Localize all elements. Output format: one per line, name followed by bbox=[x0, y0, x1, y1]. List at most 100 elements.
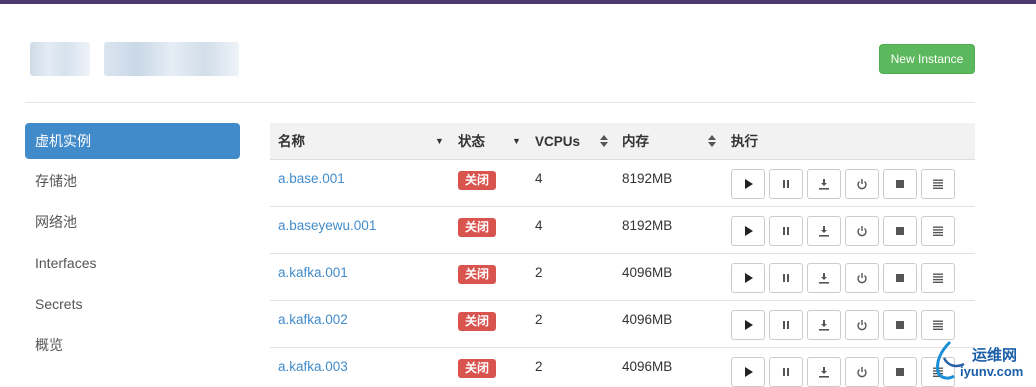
memory-cell: 8192MB bbox=[622, 171, 673, 186]
shutdown-button[interactable] bbox=[845, 263, 879, 293]
details-button[interactable] bbox=[921, 310, 955, 340]
stop-icon bbox=[894, 178, 906, 190]
force-stop-button[interactable] bbox=[883, 169, 917, 199]
memory-cell: 8192MB bbox=[622, 218, 673, 233]
instance-name-cell: a.base.001 bbox=[278, 170, 345, 188]
menu-icon bbox=[932, 225, 944, 237]
column-header-vcpus[interactable]: VCPUs bbox=[535, 123, 580, 160]
download-icon bbox=[818, 178, 830, 190]
sort-icon[interactable] bbox=[708, 135, 716, 149]
power-icon bbox=[856, 366, 868, 378]
stop-icon bbox=[894, 272, 906, 284]
play-icon bbox=[742, 272, 754, 284]
pause-button[interactable] bbox=[769, 169, 803, 199]
start-button[interactable] bbox=[731, 310, 765, 340]
instance-link[interactable]: a.kafka.003 bbox=[278, 359, 348, 374]
stop-icon bbox=[894, 225, 906, 237]
pause-button[interactable] bbox=[769, 310, 803, 340]
play-icon bbox=[742, 225, 754, 237]
menu-icon bbox=[932, 272, 944, 284]
pause-icon bbox=[780, 225, 792, 237]
instance-name-cell: a.baseyewu.001 bbox=[278, 217, 376, 235]
column-header-name[interactable]: 名称 bbox=[278, 123, 305, 160]
row-actions bbox=[731, 310, 955, 340]
caret-down-icon[interactable]: ▼ bbox=[512, 123, 521, 160]
play-icon bbox=[742, 366, 754, 378]
memory-cell: 4096MB bbox=[622, 312, 673, 327]
instance-name-cell: a.kafka.001 bbox=[278, 264, 348, 282]
column-header-memory[interactable]: 内存 bbox=[622, 123, 649, 160]
save-button[interactable] bbox=[807, 169, 841, 199]
watermark-text: 运维网 bbox=[972, 347, 1018, 364]
status-badge: 关闭 bbox=[458, 359, 496, 378]
sidebar-item-secrets[interactable]: Secrets bbox=[25, 284, 240, 325]
save-button[interactable] bbox=[807, 216, 841, 246]
save-button[interactable] bbox=[807, 310, 841, 340]
power-icon bbox=[856, 319, 868, 331]
status-badge: 关闭 bbox=[458, 218, 496, 237]
sidebar-item-overview[interactable]: 概览 bbox=[25, 325, 240, 366]
start-button[interactable] bbox=[731, 263, 765, 293]
details-button[interactable] bbox=[921, 216, 955, 246]
vcpus-cell: 4 bbox=[535, 171, 543, 186]
details-button[interactable] bbox=[921, 169, 955, 199]
row-actions bbox=[731, 357, 955, 387]
stop-icon bbox=[894, 319, 906, 331]
force-stop-button[interactable] bbox=[883, 357, 917, 387]
watermark-url: iyunv.com bbox=[960, 364, 1024, 379]
table-row: a.kafka.003 关闭 2 4096MB bbox=[270, 348, 975, 387]
instance-link[interactable]: a.base.001 bbox=[278, 171, 345, 186]
instance-link[interactable]: a.kafka.002 bbox=[278, 312, 348, 327]
play-icon bbox=[742, 178, 754, 190]
sidebar-item-interfaces[interactable]: Interfaces bbox=[25, 243, 240, 284]
row-actions bbox=[731, 216, 955, 246]
new-instance-button[interactable]: New Instance bbox=[879, 44, 975, 74]
power-icon bbox=[856, 272, 868, 284]
start-button[interactable] bbox=[731, 169, 765, 199]
menu-icon bbox=[932, 319, 944, 331]
shutdown-button[interactable] bbox=[845, 310, 879, 340]
force-stop-button[interactable] bbox=[883, 263, 917, 293]
sidebar-nav: 虚机实例 存储池 网络池 Interfaces Secrets 概览 bbox=[25, 123, 240, 366]
table-row: a.kafka.002 关闭 2 4096MB bbox=[270, 301, 975, 348]
stop-icon bbox=[894, 366, 906, 378]
force-stop-button[interactable] bbox=[883, 310, 917, 340]
pause-button[interactable] bbox=[769, 263, 803, 293]
pause-icon bbox=[780, 319, 792, 331]
redacted-text-block bbox=[104, 42, 239, 76]
status-badge: 关闭 bbox=[458, 171, 496, 190]
caret-down-icon[interactable]: ▼ bbox=[435, 123, 444, 160]
shutdown-button[interactable] bbox=[845, 216, 879, 246]
pause-button[interactable] bbox=[769, 216, 803, 246]
download-icon bbox=[818, 225, 830, 237]
start-button[interactable] bbox=[731, 216, 765, 246]
page-title-redacted bbox=[30, 42, 239, 76]
pause-button[interactable] bbox=[769, 357, 803, 387]
shutdown-button[interactable] bbox=[845, 357, 879, 387]
download-icon bbox=[818, 319, 830, 331]
row-actions bbox=[731, 169, 955, 199]
pause-icon bbox=[780, 178, 792, 190]
start-button[interactable] bbox=[731, 357, 765, 387]
save-button[interactable] bbox=[807, 357, 841, 387]
top-accent-bar bbox=[0, 0, 1036, 4]
shutdown-button[interactable] bbox=[845, 169, 879, 199]
sidebar-item-network-pools[interactable]: 网络池 bbox=[25, 202, 240, 243]
sort-icon[interactable] bbox=[600, 135, 608, 149]
instance-link[interactable]: a.kafka.001 bbox=[278, 265, 348, 280]
sidebar-item-instances[interactable]: 虚机实例 bbox=[25, 123, 240, 159]
force-stop-button[interactable] bbox=[883, 216, 917, 246]
details-button[interactable] bbox=[921, 263, 955, 293]
instance-link[interactable]: a.baseyewu.001 bbox=[278, 218, 376, 233]
pause-icon bbox=[780, 366, 792, 378]
redacted-text-block bbox=[30, 42, 90, 76]
pause-icon bbox=[780, 272, 792, 284]
download-icon bbox=[818, 272, 830, 284]
column-header-status[interactable]: 状态 bbox=[458, 123, 485, 160]
power-icon bbox=[856, 225, 868, 237]
instance-name-cell: a.kafka.002 bbox=[278, 311, 348, 329]
table-row: a.base.001 关闭 4 8192MB bbox=[270, 160, 975, 207]
save-button[interactable] bbox=[807, 263, 841, 293]
vcpus-cell: 4 bbox=[535, 218, 543, 233]
sidebar-item-storage-pools[interactable]: 存储池 bbox=[25, 161, 240, 202]
